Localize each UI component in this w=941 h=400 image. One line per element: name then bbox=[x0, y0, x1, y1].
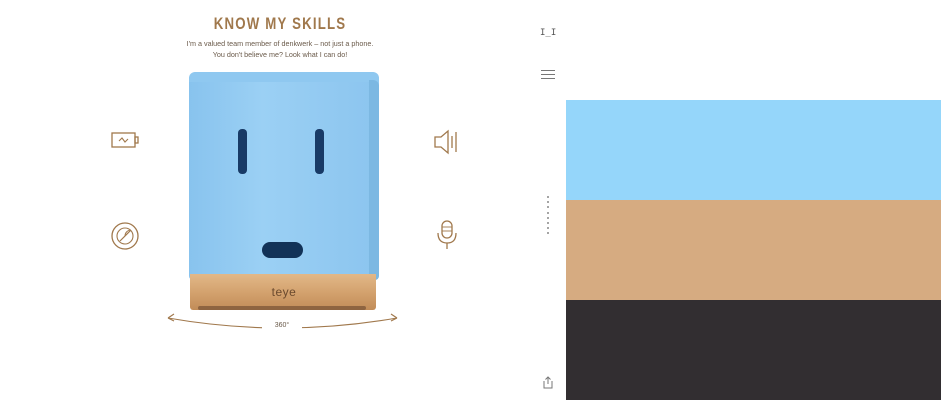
device-side bbox=[369, 80, 379, 280]
intro-line-2: You don't believe me? Look what I can do… bbox=[212, 50, 348, 59]
section-intro: I'm a valued team member of denkwerk – n… bbox=[150, 38, 410, 60]
share-icon[interactable] bbox=[542, 376, 554, 389]
section-title: KNOW MY SKILLS bbox=[213, 14, 347, 33]
scroll-dot bbox=[547, 232, 549, 235]
menu-icon[interactable] bbox=[541, 70, 555, 80]
page: KNOW MY SKILLS I'm a valued team member … bbox=[0, 0, 941, 400]
menu-bar bbox=[541, 77, 555, 80]
device-mouth bbox=[262, 242, 303, 258]
swatch-blue bbox=[566, 100, 941, 200]
scroll-dot bbox=[547, 227, 549, 230]
scroll-dot bbox=[547, 196, 549, 198]
scroll-dot bbox=[547, 216, 549, 219]
rotation-label: 360° bbox=[262, 322, 302, 329]
menu-bar bbox=[541, 70, 555, 72]
scroll-dot bbox=[547, 211, 549, 214]
device-right-eye bbox=[315, 129, 324, 174]
scroll-dot bbox=[547, 206, 549, 209]
device-left-eye bbox=[238, 129, 247, 174]
swatch-dark bbox=[566, 300, 941, 400]
swatch-wood bbox=[566, 200, 941, 300]
logo[interactable]: I_I bbox=[540, 28, 556, 38]
scroll-dot bbox=[547, 201, 549, 204]
scroll-dot bbox=[547, 221, 549, 224]
microphone-icon[interactable] bbox=[432, 219, 462, 249]
battery-icon[interactable] bbox=[110, 125, 140, 155]
radar-icon[interactable] bbox=[110, 221, 140, 251]
color-swatches bbox=[566, 100, 941, 400]
scroll-indicator[interactable] bbox=[546, 196, 550, 238]
product-section: KNOW MY SKILLS I'm a valued team member … bbox=[0, 0, 530, 400]
menu-bar bbox=[541, 73, 555, 76]
speaker-icon[interactable] bbox=[432, 127, 462, 157]
intro-line-1: I'm a valued team member of denkwerk – n… bbox=[186, 39, 374, 48]
device-brand-logo: teye bbox=[271, 285, 297, 299]
